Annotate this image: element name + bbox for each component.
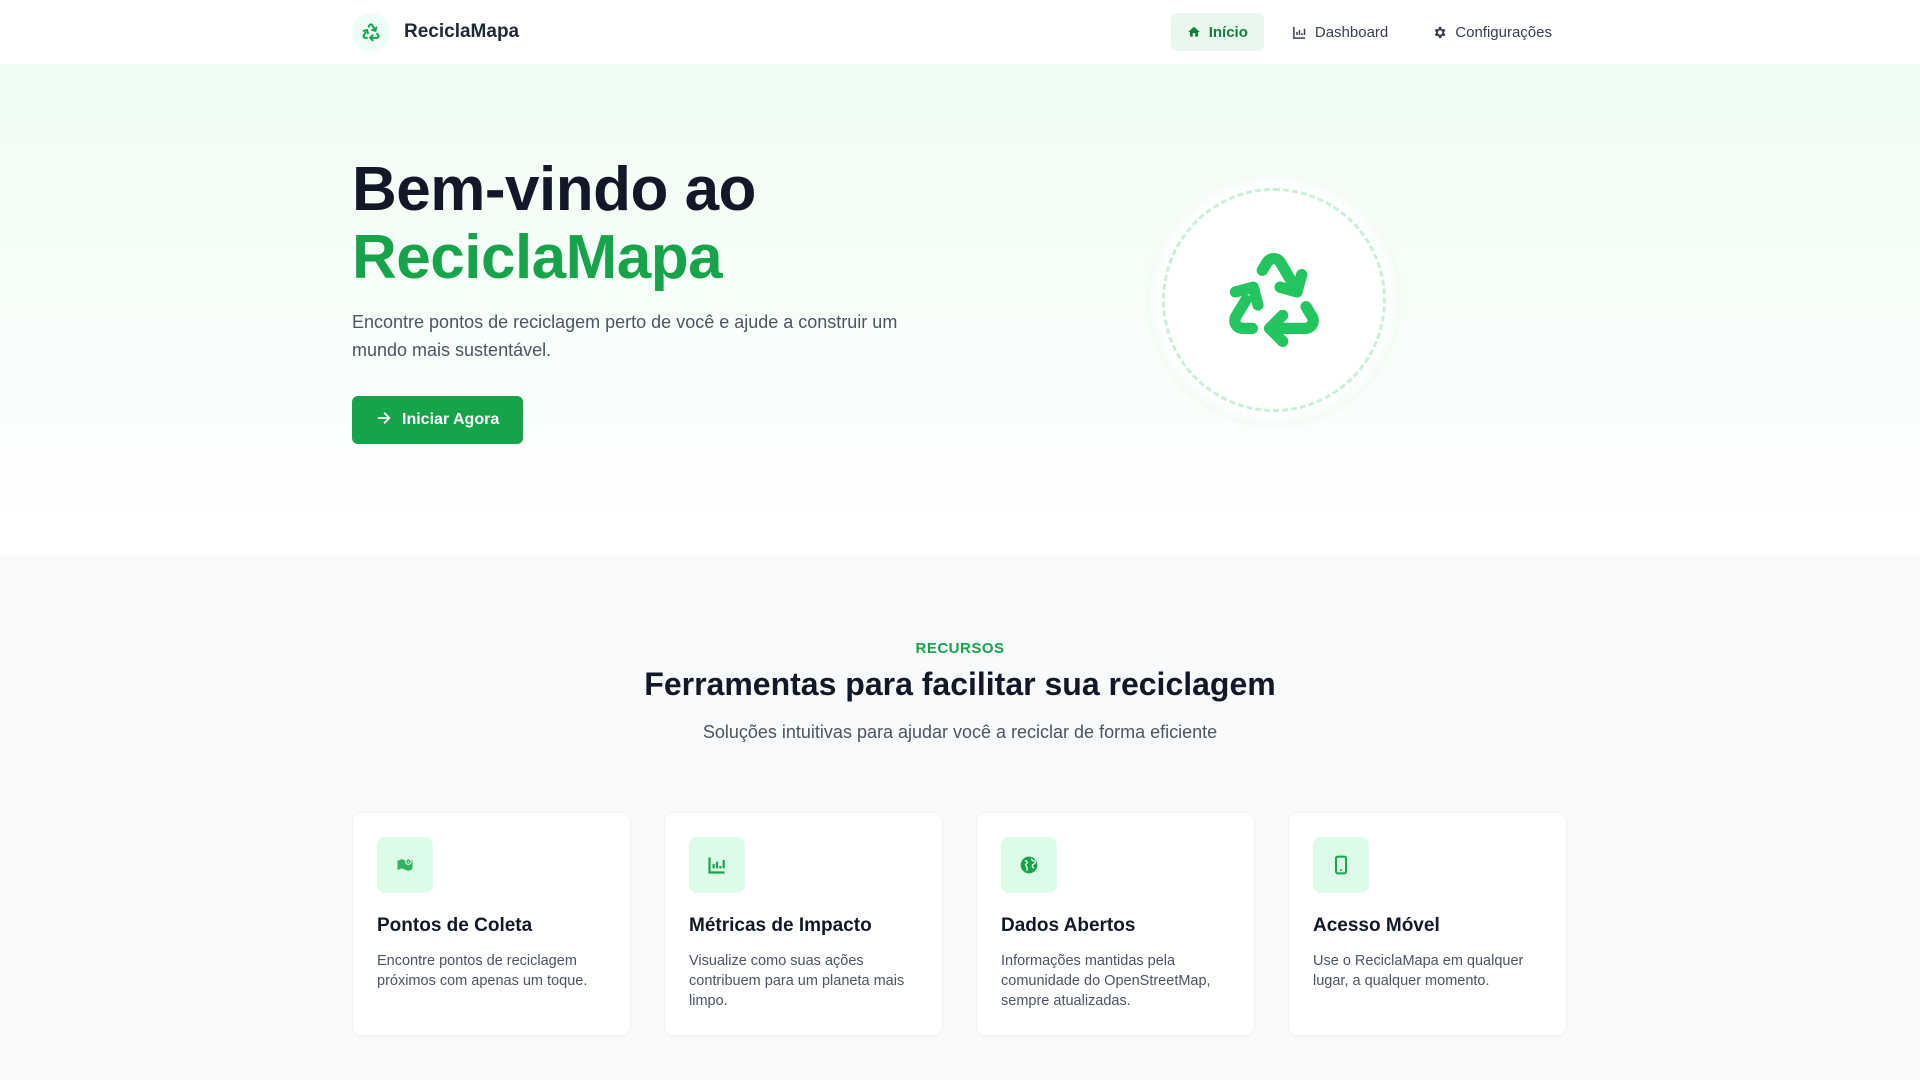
hero-subtitle: Encontre pontos de reciclagem perto de v…: [352, 312, 898, 360]
chart-icon: [689, 837, 745, 893]
features-subtitle: Soluções intuitivas para ajudar você a r…: [702, 722, 1218, 742]
nav-link-label: Dashboard: [1314, 23, 1389, 41]
card-text: Use o ReciclaMapa em qualquer lugar, a q…: [1313, 953, 1524, 989]
arrow-right-icon: [376, 410, 392, 431]
recycle-icon: [1222, 246, 1326, 355]
mobile-icon: [1313, 837, 1369, 893]
brand[interactable]: ReciclaMapa: [352, 13, 519, 51]
card-title: Pontos de Coleta: [377, 915, 533, 936]
feature-card-acesso-movel[interactable]: Acesso Móvel Use o ReciclaMapa em qualqu…: [1288, 812, 1567, 1036]
cta-label: Iniciar Agora: [402, 411, 500, 428]
hero-title: Bem-vindo ao ReciclaMapa: [352, 156, 756, 292]
home-icon: [1187, 25, 1201, 39]
illustration-ring: [1162, 188, 1386, 412]
map-location-icon: [377, 837, 433, 893]
chart-icon: [1292, 25, 1307, 40]
features-title: Ferramentas para facilitar sua reciclage…: [644, 666, 1276, 702]
hero-illustration: [1146, 172, 1402, 428]
navbar-inner: ReciclaMapa Início Dashboard Configuraçõ…: [352, 0, 1568, 64]
card-text: Informações mantidas pela comunidade do …: [1001, 953, 1211, 1009]
card-title: Métricas de Impacto: [689, 915, 872, 936]
card-text: Visualize como suas ações contribuem par…: [689, 953, 905, 1009]
iniciar-agora-button[interactable]: Iniciar Agora: [352, 396, 524, 444]
hero-section: Bem-vindo ao ReciclaMapa Encontre pontos…: [0, 64, 1920, 556]
brand-name: ReciclaMapa: [404, 21, 520, 42]
gear-icon: [1432, 25, 1447, 40]
card-text: Encontre pontos de reciclagem próximos c…: [377, 953, 588, 989]
feature-card-dados-abertos[interactable]: Dados Abertos Informações mantidas pela …: [976, 812, 1255, 1036]
nav-link-label: Início: [1208, 23, 1248, 41]
card-title: Acesso Móvel: [1313, 915, 1440, 936]
hero-title-line2: ReciclaMapa: [352, 223, 723, 292]
feature-card-pontos-de-coleta[interactable]: Pontos de Coleta Encontre pontos de reci…: [352, 812, 631, 1036]
navbar: ReciclaMapa Início Dashboard Configuraçõ…: [0, 0, 1920, 64]
features-section: RECURSOS Ferramentas para facilitar sua …: [0, 556, 1920, 1080]
globe-icon: [1001, 837, 1057, 893]
features-eyebrow: RECURSOS: [915, 640, 1005, 657]
feature-cards: Pontos de Coleta Encontre pontos de reci…: [352, 812, 1568, 1036]
nav-links: Início Dashboard Configurações: [1170, 13, 1568, 51]
nav-link-label: Configurações: [1455, 23, 1552, 41]
hero-title-line1: Bem-vindo ao: [352, 155, 756, 224]
card-title: Dados Abertos: [1001, 915, 1136, 936]
nav-link-inicio[interactable]: Início: [1170, 13, 1264, 51]
nav-link-dashboard[interactable]: Dashboard: [1276, 13, 1404, 51]
recycle-icon: [352, 13, 390, 51]
nav-link-configuracoes[interactable]: Configurações: [1416, 13, 1568, 51]
feature-card-metricas-de-impacto[interactable]: Métricas de Impacto Visualize como suas …: [664, 812, 943, 1036]
